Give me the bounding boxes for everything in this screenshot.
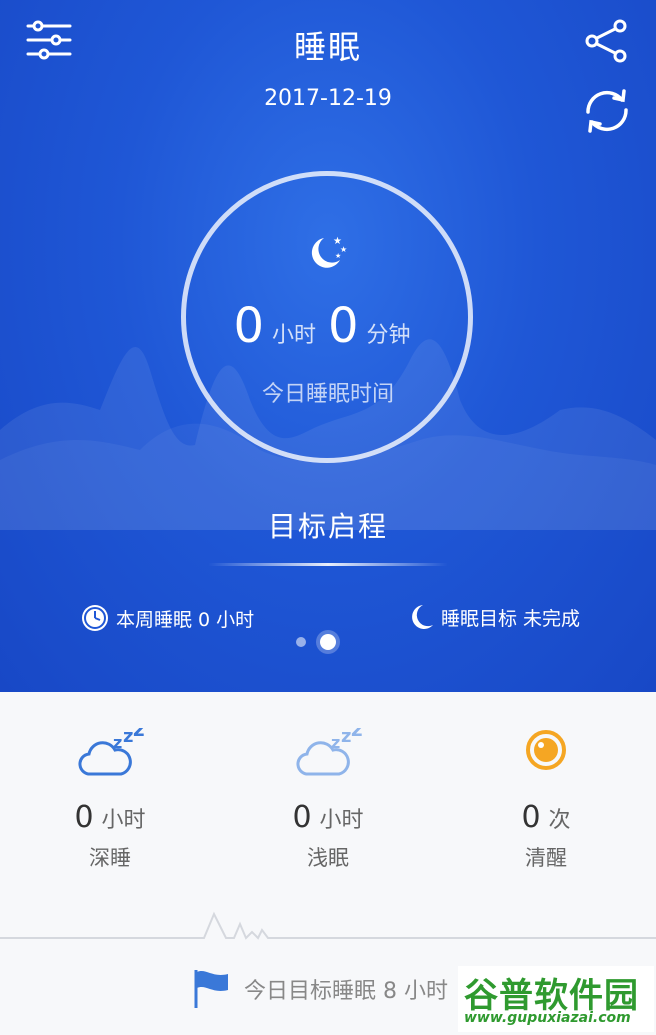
date-label[interactable]: 2017-12-19 [0,86,656,111]
moon-stars-icon: ★ ★ ★ [306,232,348,276]
daily-goal-text: 今日目标睡眠 8 小时 [244,979,448,1004]
hours-value: 0 [233,298,264,354]
svg-text:z: z [133,728,145,741]
page-dot-2[interactable] [320,634,336,650]
page-dot-1[interactable] [296,637,306,647]
deep-sleep-value: 0 [74,800,94,835]
svg-text:z: z [123,728,133,747]
sleep-hero: 睡眠 2017-12-19 ★ ★ ★ 0 小时 0 分钟 今日睡眠时间 目标启程 [0,0,656,692]
goal-divider [208,563,448,566]
light-sleep-value: 0 [292,800,312,835]
flag-icon [194,970,228,1008]
sleep-duration: 0 小时 0 分钟 [0,298,656,354]
clock-icon [82,605,108,631]
deep-sleep-unit: 小时 [101,808,146,833]
awake-label: 清醒 [525,846,567,870]
watermark-url: www.gupuxiazai.com [464,1010,631,1026]
sync-icon[interactable] [578,86,636,140]
deep-sleep-label: 深睡 [89,846,131,870]
weekly-sleep-label: 本周睡眠 0 小时 [116,608,255,631]
watermark-logo: 谷普软件园 www.gupuxiazai.com [458,966,654,1032]
minutes-value: 0 [328,298,359,354]
svg-text:z: z [351,728,363,741]
daily-goal-footer: 今日目标睡眠 8 小时 [192,968,448,1010]
page-indicator[interactable] [296,634,336,650]
goal-title[interactable]: 目标启程 [0,505,656,545]
svg-text:z: z [341,728,351,747]
awake-value: 0 [521,800,541,835]
minutes-unit: 分钟 [366,323,411,348]
weekly-sleep-stat: 本周睡眠 0 小时 [80,603,254,633]
hours-unit: 小时 [271,323,316,348]
light-sleep-unit: 小时 [319,808,364,833]
light-sleep-cloud-icon: z z z [296,717,363,776]
light-sleep-label: 浅眠 [307,846,349,870]
awake-eye-icon [526,730,566,770]
sleep-goal-stat: 睡眠目标 未完成 [409,603,580,631]
sleep-goal-label: 睡眠目标 未完成 [440,607,580,630]
svg-text:z: z [113,733,122,752]
page-title: 睡眠 [293,28,362,66]
sleep-time-label: 今日睡眠时间 [261,382,394,407]
svg-text:★: ★ [335,252,341,260]
awake-unit: 次 [548,808,571,833]
svg-text:z: z [331,733,340,752]
sleep-baseline-graph [0,911,656,940]
share-icon[interactable] [584,18,628,68]
deep-sleep-cloud-icon: z z z [78,717,145,776]
moon-icon [412,605,433,629]
